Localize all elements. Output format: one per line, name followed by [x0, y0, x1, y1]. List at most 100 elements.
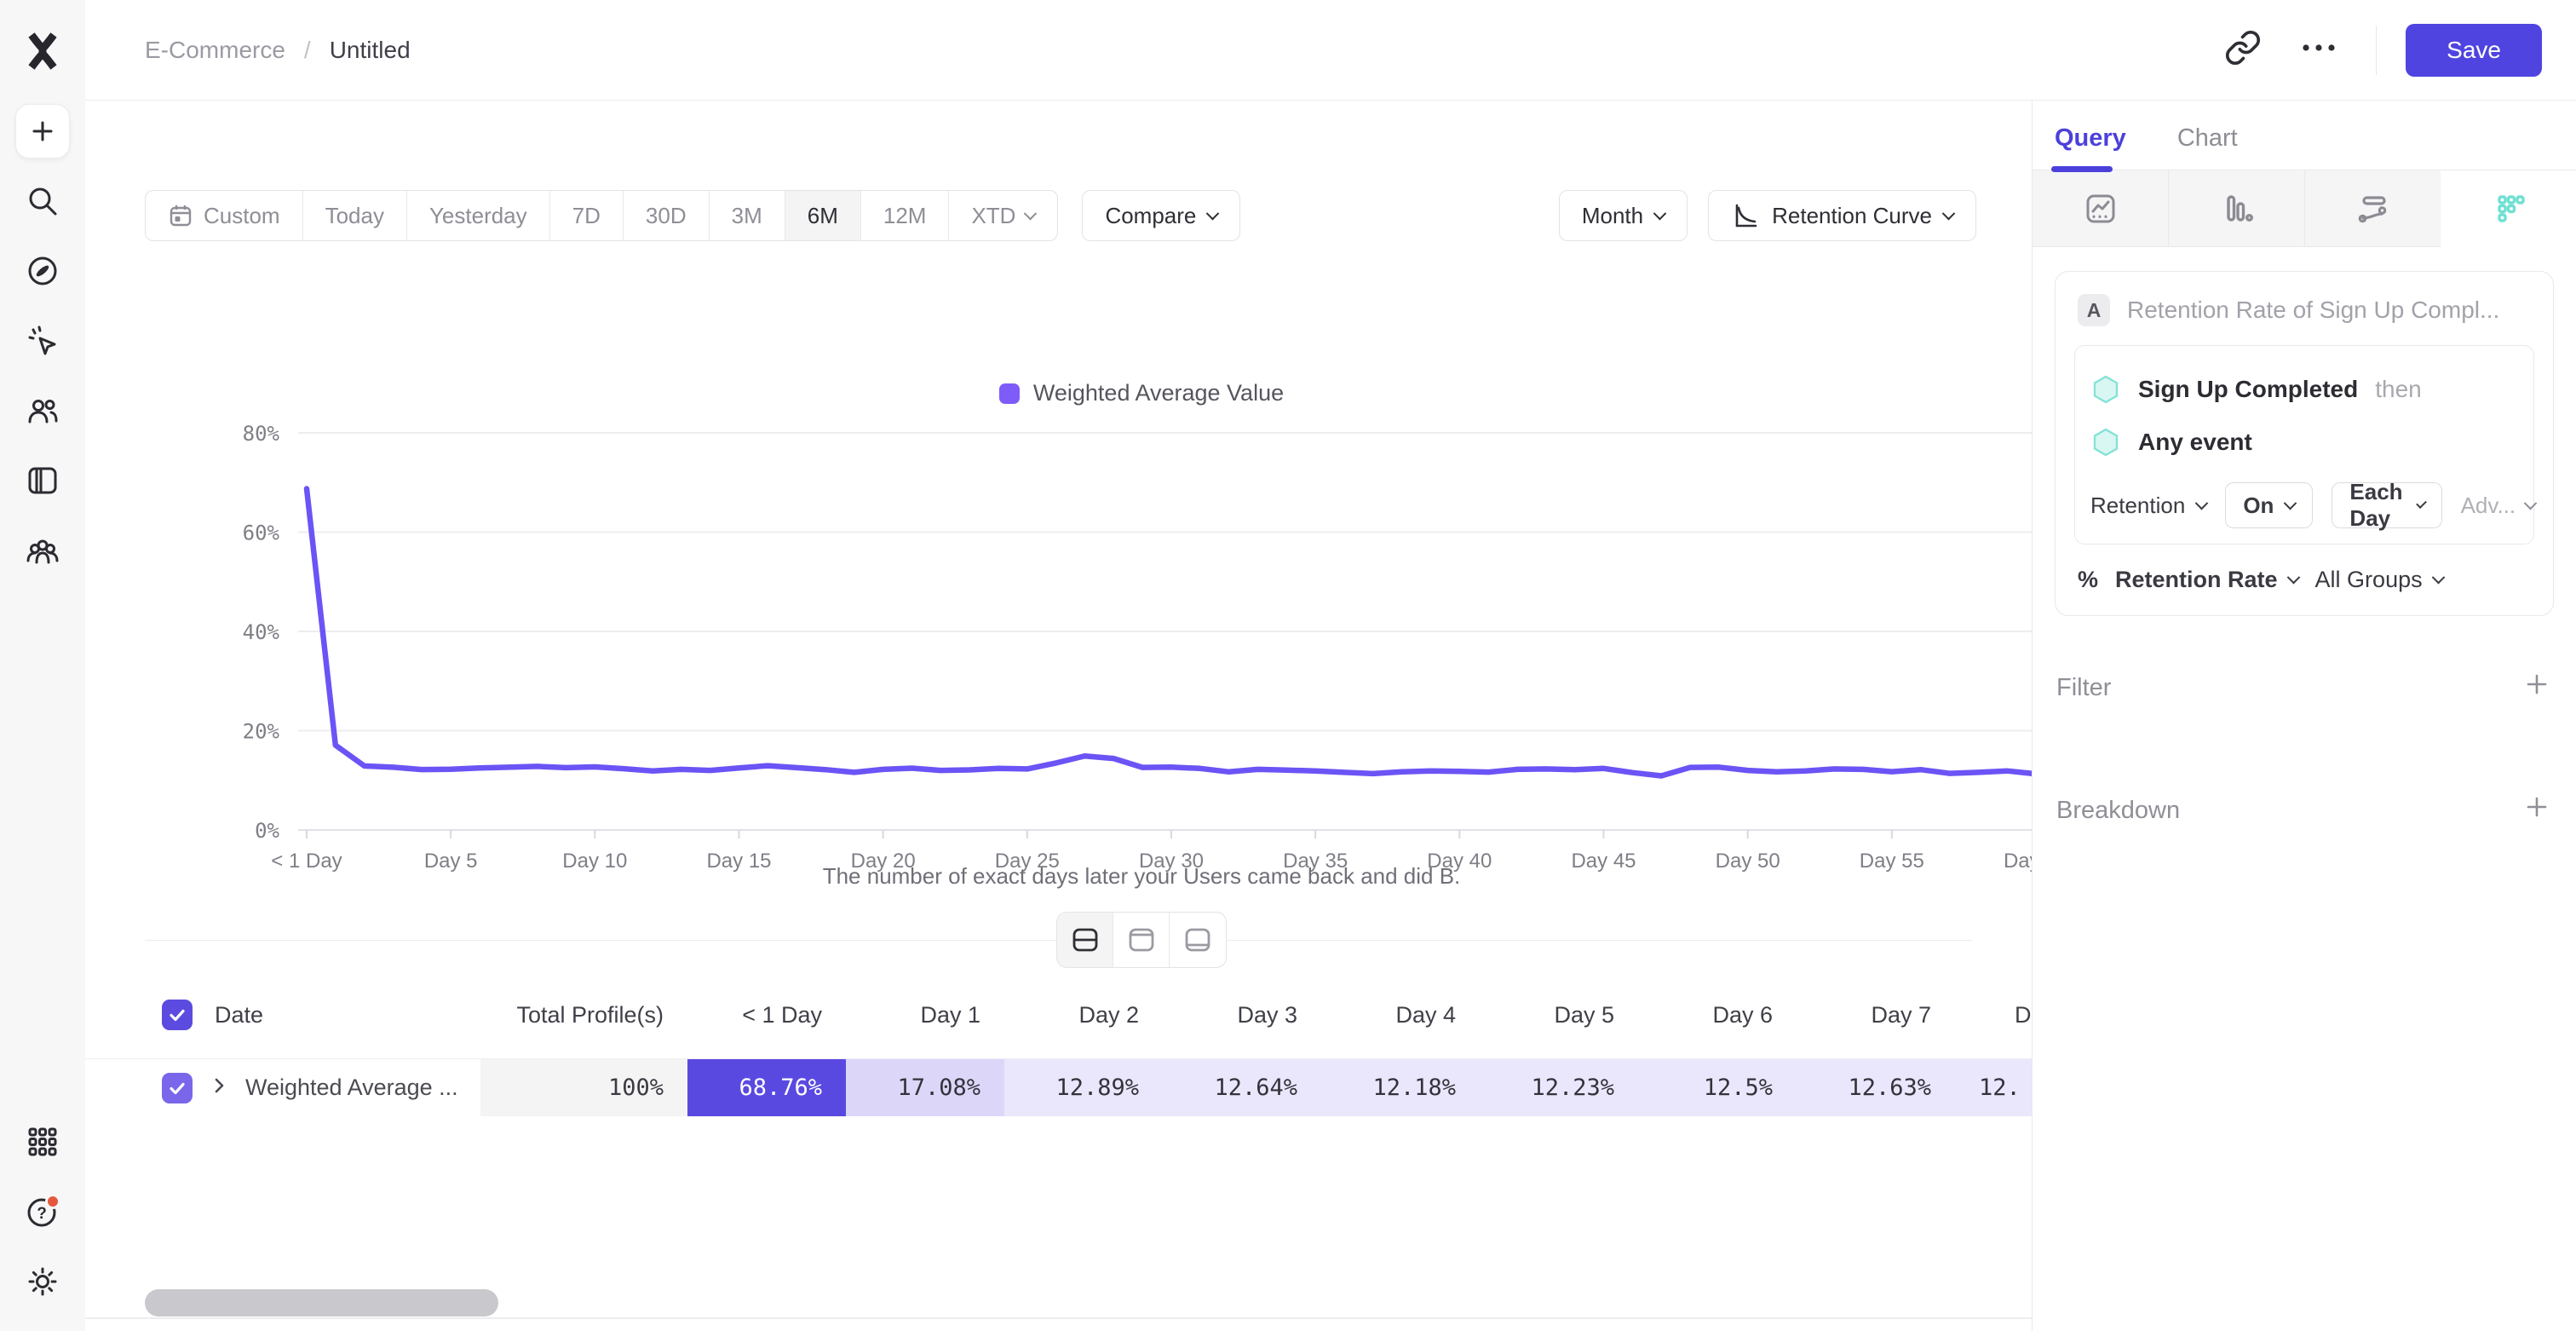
- range-custom[interactable]: Custom: [146, 191, 303, 240]
- report-type-insights[interactable]: [2033, 170, 2169, 247]
- chart-legend[interactable]: Weighted Average Value: [221, 380, 2032, 406]
- layout-table-only-button[interactable]: [1170, 913, 1226, 967]
- tab-chart[interactable]: Chart: [2177, 124, 2238, 170]
- column-header[interactable]: < 1 Day: [687, 1002, 846, 1028]
- granularity-dropdown[interactable]: Month: [1559, 190, 1688, 241]
- retention-controls-row: Retention On Each Day Adv...: [2090, 482, 2518, 528]
- date-toolbar: Custom TodayYesterday7D30D3M6M12MXTD Com…: [145, 190, 1976, 241]
- expand-row-icon[interactable]: [210, 1075, 228, 1101]
- date-column-header[interactable]: Date: [215, 1002, 263, 1028]
- layout-split-button[interactable]: [1057, 913, 1113, 967]
- groups-dropdown[interactable]: All Groups: [2315, 567, 2443, 593]
- search-icon[interactable]: [15, 174, 70, 228]
- column-header[interactable]: Day 5: [1480, 1002, 1638, 1028]
- returning-event-name: Any event: [2138, 429, 2252, 456]
- event-hexagon-icon: [2090, 374, 2121, 405]
- layout-chart-only-button[interactable]: [1113, 913, 1170, 967]
- cohorts-icon[interactable]: [15, 523, 70, 578]
- report-type-tabs: [2033, 170, 2576, 247]
- chart-type-dropdown[interactable]: Retention Curve: [1708, 190, 1976, 241]
- report-type-retention[interactable]: [2441, 170, 2576, 247]
- column-header[interactable]: Day 6: [1638, 1002, 1797, 1028]
- query-title[interactable]: Retention Rate of Sign Up Compl...: [2127, 297, 2499, 324]
- flows-icon: [2354, 189, 2393, 228]
- range-12m[interactable]: 12M: [861, 191, 950, 240]
- save-button[interactable]: Save: [2406, 24, 2542, 77]
- row-label[interactable]: Weighted Average ...: [245, 1075, 458, 1101]
- column-header[interactable]: Day 7: [1797, 1002, 1955, 1028]
- apps-grid-icon[interactable]: [15, 1115, 70, 1169]
- layout-switch: [1056, 912, 1227, 968]
- column-header[interactable]: Day 2: [1004, 1002, 1163, 1028]
- retention-cell[interactable]: 17.08%: [846, 1059, 1004, 1116]
- top-header: E-Commerce / Untitled Save: [85, 0, 2576, 101]
- date-range-group: Custom TodayYesterday7D30D3M6M12MXTD: [145, 190, 1058, 241]
- retention-cell[interactable]: 12.: [1955, 1059, 2032, 1116]
- filter-section: Filter: [2056, 671, 2550, 705]
- more-options-icon[interactable]: [2299, 41, 2338, 59]
- discover-compass-icon[interactable]: [15, 244, 70, 298]
- interval-dropdown[interactable]: Each Day: [2332, 482, 2441, 528]
- help-icon[interactable]: ?: [15, 1184, 70, 1239]
- event-steps-card: Sign Up Completed then Any event Retenti…: [2074, 345, 2534, 544]
- column-header[interactable]: Total Profile(s): [480, 1002, 687, 1028]
- retention-cell[interactable]: 12.23%: [1480, 1059, 1638, 1116]
- range-today[interactable]: Today: [303, 191, 407, 240]
- breadcrumb-project[interactable]: E-Commerce: [145, 37, 285, 64]
- tab-query[interactable]: Query: [2055, 124, 2126, 170]
- users-icon[interactable]: [15, 383, 70, 438]
- row-checkbox[interactable]: [162, 1073, 193, 1103]
- on-dropdown[interactable]: On: [2225, 482, 2313, 528]
- svg-text:80%: 80%: [243, 422, 280, 446]
- retention-cell[interactable]: 12.63%: [1797, 1059, 1955, 1116]
- retention-cell[interactable]: 12.64%: [1163, 1059, 1321, 1116]
- range-7d[interactable]: 7D: [550, 191, 624, 240]
- create-new-button[interactable]: [15, 104, 70, 158]
- column-header[interactable]: Day 4: [1321, 1002, 1480, 1028]
- add-breakdown-button[interactable]: [2523, 793, 2550, 827]
- metric-dropdown[interactable]: Retention Rate: [2115, 567, 2298, 593]
- report-type-flows[interactable]: [2305, 170, 2441, 247]
- settings-gear-icon[interactable]: [15, 1254, 70, 1309]
- retention-cell[interactable]: 12.89%: [1004, 1059, 1163, 1116]
- breadcrumb-report-title[interactable]: Untitled: [330, 37, 411, 64]
- column-header[interactable]: Day 3: [1163, 1002, 1321, 1028]
- column-header[interactable]: D: [1955, 1002, 2032, 1028]
- legend-label: Weighted Average Value: [1033, 380, 1284, 406]
- app-window: ? E-Commerce / Untitled: [0, 0, 2576, 1331]
- range-3m[interactable]: 3M: [710, 191, 785, 240]
- retention-curve-icon: [1731, 201, 1760, 230]
- range-xtd[interactable]: XTD: [949, 191, 1057, 240]
- copy-link-icon[interactable]: [2224, 29, 2262, 71]
- horizontal-scrollbar[interactable]: [145, 1289, 498, 1317]
- events-cursor-icon[interactable]: [15, 314, 70, 368]
- svg-text:40%: 40%: [243, 620, 280, 644]
- select-all-checkbox[interactable]: [162, 1000, 193, 1030]
- retention-line-chart[interactable]: 0%20%40%60%80%< 1 DayDay 5Day 10Day 15Da…: [221, 406, 2032, 900]
- boards-icon[interactable]: [15, 453, 70, 508]
- breadcrumb-separator: /: [304, 37, 311, 64]
- add-filter-button[interactable]: [2523, 671, 2550, 705]
- funnels-icon: [2217, 189, 2257, 228]
- mixpanel-logo-icon[interactable]: [15, 24, 70, 78]
- range-30d[interactable]: 30D: [624, 191, 710, 240]
- range-yesterday[interactable]: Yesterday: [407, 191, 550, 240]
- retention-cell[interactable]: 12.5%: [1638, 1059, 1797, 1116]
- report-type-funnels[interactable]: [2169, 170, 2305, 247]
- returning-event-row[interactable]: Any event: [2090, 416, 2518, 469]
- retention-cell[interactable]: 68.76%: [687, 1059, 846, 1116]
- range-6m[interactable]: 6M: [785, 191, 861, 240]
- report-canvas: Custom TodayYesterday7D30D3M6M12MXTD Com…: [85, 101, 2032, 1331]
- step-a-badge: A: [2078, 294, 2110, 326]
- legend-swatch: [999, 383, 1020, 404]
- retention-icon: [2489, 189, 2528, 228]
- query-builder-card: A Retention Rate of Sign Up Compl... Sig…: [2055, 271, 2554, 616]
- advanced-dropdown[interactable]: Adv...: [2461, 493, 2536, 519]
- column-header[interactable]: Day 1: [846, 1002, 1004, 1028]
- filter-label: Filter: [2056, 674, 2111, 702]
- compare-button[interactable]: Compare: [1082, 190, 1240, 241]
- criteria-dropdown[interactable]: Retention: [2090, 493, 2206, 519]
- first-event-row[interactable]: Sign Up Completed then: [2090, 363, 2518, 416]
- retention-cell[interactable]: 12.18%: [1321, 1059, 1480, 1116]
- retention-cell[interactable]: 100%: [480, 1059, 687, 1116]
